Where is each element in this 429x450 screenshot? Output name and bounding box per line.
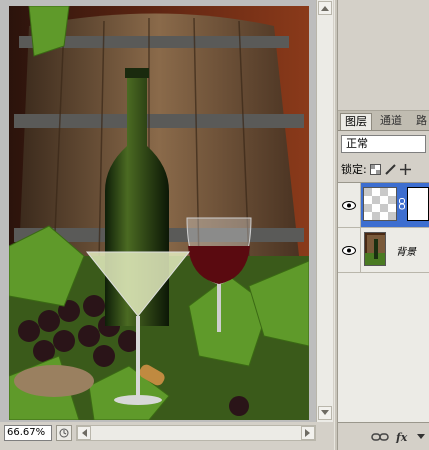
layers-panel: 图层 通道 路 正常 锁定: 背景 fx	[338, 0, 429, 450]
visibility-toggle[interactable]	[338, 183, 361, 227]
zoom-field[interactable]: 66.67%	[4, 425, 52, 441]
status-menu-button[interactable]	[56, 425, 72, 441]
layers-list: 背景	[338, 182, 429, 423]
arrow-up-icon	[321, 6, 329, 11]
layer-thumbnail	[363, 187, 397, 221]
fx-icon[interactable]: fx	[395, 431, 411, 443]
mask-link-icon[interactable]	[399, 198, 405, 210]
svg-text:fx: fx	[395, 431, 408, 443]
lock-label: 锁定:	[341, 163, 367, 176]
lock-transparency-icon[interactable]	[370, 163, 382, 175]
arrow-left-icon	[82, 429, 87, 437]
eye-icon	[342, 200, 356, 210]
scroll-up-button[interactable]	[318, 1, 332, 15]
tab-channels[interactable]: 通道	[376, 113, 406, 130]
visibility-toggle[interactable]	[338, 228, 361, 272]
panel-tabs: 图层 通道 路	[338, 111, 429, 131]
layer-mask-thumbnail[interactable]	[407, 187, 429, 221]
vertical-scrollbar[interactable]	[316, 0, 333, 422]
lock-row: 锁定:	[341, 161, 429, 177]
lock-move-icon[interactable]	[400, 163, 412, 175]
panel-bottom-bar: fx	[338, 422, 429, 450]
layer-name: 背景	[396, 247, 416, 258]
horizontal-scrollbar[interactable]	[76, 425, 316, 441]
chevron-down-icon[interactable]	[417, 433, 425, 440]
canvas-image	[9, 6, 309, 420]
arrow-right-icon	[305, 429, 310, 437]
layer-row-background[interactable]: 背景	[338, 228, 429, 273]
link-icon[interactable]	[371, 432, 389, 442]
blend-mode-select[interactable]: 正常	[341, 135, 426, 153]
scroll-down-button[interactable]	[318, 406, 332, 420]
tab-paths[interactable]: 路	[412, 113, 429, 130]
canvas-area[interactable]	[0, 0, 316, 422]
document-window: 66.67%	[0, 0, 334, 450]
eye-icon	[342, 245, 356, 255]
status-bar: 66.67%	[0, 422, 334, 450]
lock-brush-icon[interactable]	[385, 163, 397, 175]
arrow-down-icon	[321, 410, 329, 415]
layer-row-0[interactable]	[338, 183, 429, 228]
scroll-left-button[interactable]	[77, 426, 91, 440]
tab-layers[interactable]: 图层	[340, 113, 372, 130]
panel-dock-area	[338, 0, 429, 111]
background-thumbnail	[364, 232, 386, 266]
status-icon	[59, 428, 69, 438]
scroll-right-button[interactable]	[301, 426, 315, 440]
